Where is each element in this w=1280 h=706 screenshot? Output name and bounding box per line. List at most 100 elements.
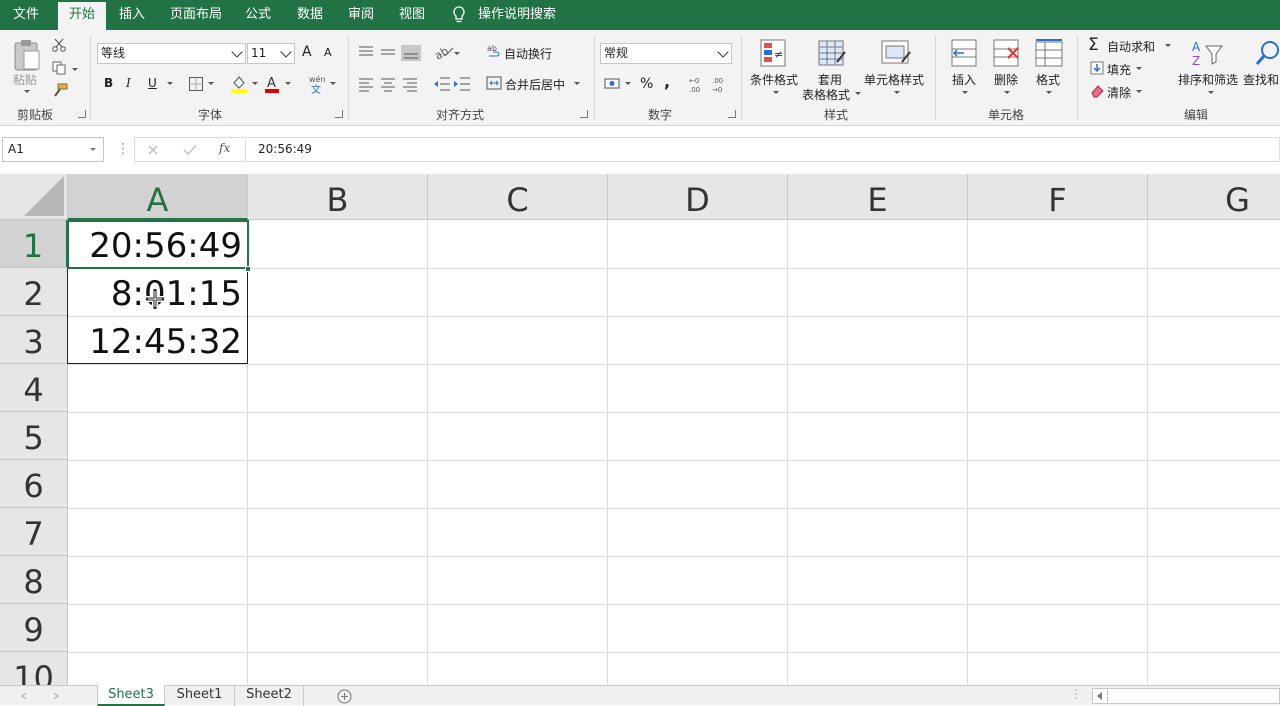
sheet-tab-sheet3[interactable]: Sheet3	[97, 685, 165, 706]
column-header-c[interactable]: C	[428, 174, 608, 220]
row-header-3[interactable]: 3	[0, 316, 68, 364]
format-cells-button[interactable]: 格式	[1036, 71, 1060, 88]
column-header-f[interactable]: F	[968, 174, 1148, 220]
formula-bar: A1 ⋮ fx 20:56:49	[0, 126, 1280, 174]
column-header-e[interactable]: E	[788, 174, 968, 220]
font-color-icon[interactable]: A	[264, 74, 280, 94]
tell-me-search[interactable]: 操作说明搜索	[472, 0, 562, 30]
paste-button[interactable]: 粘贴	[13, 71, 37, 88]
find-select-button[interactable]: 查找和	[1243, 71, 1279, 88]
insert-cells-button[interactable]: 插入	[952, 71, 976, 88]
scroll-left-icon[interactable]	[1096, 692, 1104, 700]
conditional-formatting-icon[interactable]: ≠	[759, 38, 789, 68]
vertical-align-icons[interactable]	[357, 44, 425, 62]
sort-filter-icon[interactable]: AZ	[1190, 38, 1224, 68]
paste-icon[interactable]	[12, 38, 42, 72]
row-header-7[interactable]: 7	[0, 508, 68, 556]
wrap-text-button[interactable]: 自动换行	[504, 45, 552, 62]
column-header-g[interactable]: G	[1148, 174, 1280, 220]
row-header-1[interactable]: 1	[0, 220, 68, 268]
tab-page-layout[interactable]: 页面布局	[164, 0, 228, 30]
column-header-a[interactable]: A	[68, 174, 248, 220]
formula-input[interactable]: 20:56:49	[247, 137, 1280, 162]
comma-button[interactable]: ,	[664, 72, 670, 91]
enter-check-icon[interactable]	[183, 144, 197, 156]
tab-data[interactable]: 数据	[288, 0, 332, 30]
tab-file[interactable]: 文件	[0, 0, 52, 30]
fill-color-icon[interactable]	[230, 74, 248, 94]
wrap-text-icon[interactable]: ab	[487, 43, 501, 59]
cut-icon[interactable]	[52, 38, 66, 52]
clear-button[interactable]: 清除	[1107, 84, 1131, 101]
font-size-select[interactable]: 11	[247, 43, 295, 64]
tab-splitter[interactable]: ⋮	[1070, 687, 1082, 701]
format-painter-icon[interactable]	[52, 83, 68, 97]
cell-styles-icon[interactable]	[880, 38, 912, 68]
decimal-icons[interactable]: ←0.00 .00→0	[688, 75, 730, 93]
styles-group-label: 样式	[823, 108, 848, 122]
sheet-tab-sheet2[interactable]: Sheet2	[235, 685, 304, 706]
indent-icons[interactable]	[432, 76, 472, 92]
tab-review[interactable]: 审阅	[340, 0, 382, 30]
column-header-b[interactable]: B	[248, 174, 428, 220]
select-all-corner[interactable]	[0, 174, 68, 220]
sort-filter-button[interactable]: 排序和筛选	[1178, 71, 1238, 88]
percent-button[interactable]: %	[640, 76, 653, 92]
format-as-table-icon[interactable]	[817, 38, 847, 68]
row-header-6[interactable]: 6	[0, 460, 68, 508]
horizontal-scrollbar[interactable]	[1092, 688, 1280, 704]
underline-button[interactable]: U	[148, 76, 157, 90]
clipboard-launcher[interactable]	[78, 110, 86, 118]
svg-text:←0: ←0	[689, 77, 699, 85]
tab-view[interactable]: 视图	[390, 0, 434, 30]
find-icon[interactable]	[1254, 38, 1280, 68]
insert-cells-icon[interactable]	[950, 38, 980, 68]
delete-cells-button[interactable]: 删除	[994, 71, 1018, 88]
merge-center-icon[interactable]	[486, 76, 502, 90]
font-launcher[interactable]	[335, 110, 343, 118]
grow-font-button[interactable]: A	[302, 44, 312, 60]
name-box[interactable]: A1	[2, 137, 104, 162]
format-as-table-button[interactable]: 表格格式	[802, 86, 850, 103]
copy-icon[interactable]	[52, 61, 68, 75]
fill-down-icon	[1090, 61, 1104, 75]
bold-button[interactable]: B	[104, 76, 113, 90]
formula-bar-grip: ⋮	[116, 141, 130, 157]
number-launcher[interactable]	[728, 110, 736, 118]
column-header-d[interactable]: D	[608, 174, 788, 220]
cell-styles-button[interactable]: 单元格样式	[864, 71, 924, 88]
conditional-formatting-button[interactable]: 条件格式	[750, 71, 798, 88]
row-header-5[interactable]: 5	[0, 412, 68, 460]
autosum-button[interactable]: 自动求和	[1107, 38, 1155, 55]
horizontal-align-icons[interactable]	[357, 77, 425, 93]
row-header-2[interactable]: 2	[0, 268, 68, 316]
accounting-format-icon[interactable]	[604, 76, 622, 92]
sheet-tab-sheet1[interactable]: Sheet1	[165, 685, 235, 706]
italic-button[interactable]: I	[126, 76, 131, 90]
add-sheet-icon[interactable]	[337, 689, 352, 704]
cell-a3[interactable]: 12:45:32	[68, 316, 248, 364]
insert-function-button[interactable]: fx	[219, 141, 230, 155]
fill-button[interactable]: 填充	[1107, 61, 1131, 78]
sheet-nav-arrows-icon[interactable]	[20, 692, 60, 700]
shrink-font-button[interactable]: A	[324, 46, 332, 59]
tab-formulas[interactable]: 公式	[238, 0, 278, 30]
row-header-4[interactable]: 4	[0, 364, 68, 412]
number-format-select[interactable]: 常规	[600, 43, 732, 64]
tab-insert[interactable]: 插入	[110, 0, 154, 30]
delete-cells-icon[interactable]	[992, 38, 1022, 68]
cancel-icon[interactable]	[147, 144, 159, 156]
borders-icon[interactable]	[188, 76, 204, 92]
tab-home[interactable]: 开始	[58, 2, 106, 30]
fill-handle[interactable]	[245, 266, 251, 272]
merge-center-button[interactable]: 合并后居中	[505, 76, 565, 93]
format-cells-icon[interactable]	[1034, 38, 1064, 68]
number-group-label: 数字	[647, 108, 672, 122]
row-header-10[interactable]: 10	[0, 652, 68, 685]
alignment-launcher[interactable]	[580, 110, 588, 118]
worksheet-grid[interactable]: A B C D E F G 1 2 3 4 5 6 7 8 9 10 20:56…	[0, 174, 1280, 685]
phonetic-icon[interactable]: wén文	[308, 74, 326, 94]
row-header-8[interactable]: 8	[0, 556, 68, 604]
font-name-select[interactable]: 等线	[97, 43, 246, 64]
row-header-9[interactable]: 9	[0, 604, 68, 652]
